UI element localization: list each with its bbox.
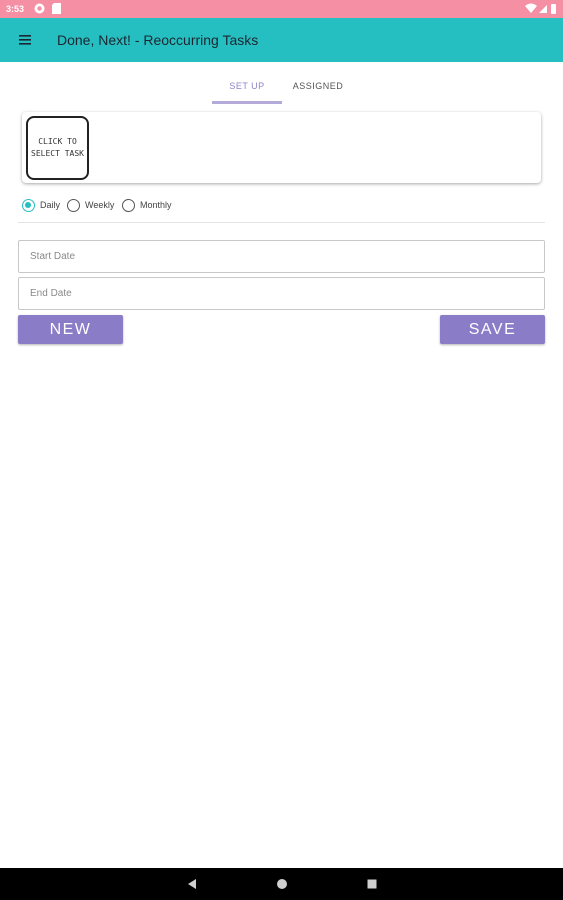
radio-monthly[interactable]: Monthly xyxy=(122,197,172,213)
start-date-input[interactable] xyxy=(18,240,545,273)
back-icon[interactable] xyxy=(186,878,198,890)
select-task-button[interactable]: Click to select task xyxy=(26,116,89,180)
radio-monthly-label: Monthly xyxy=(140,200,172,210)
navigation-bar xyxy=(0,868,563,900)
tab-setup[interactable]: SET UP xyxy=(212,62,282,104)
radio-weekly[interactable]: Weekly xyxy=(67,197,114,213)
new-button[interactable]: NEW xyxy=(18,315,123,344)
radio-unchecked-icon xyxy=(122,198,135,212)
save-button[interactable]: SAVE xyxy=(440,315,545,344)
task-card: Click to select task xyxy=(22,112,541,183)
radio-daily[interactable]: Daily xyxy=(22,197,60,213)
recents-icon[interactable] xyxy=(366,878,378,890)
home-icon[interactable] xyxy=(276,878,288,890)
signal-icon xyxy=(539,5,547,13)
system-status-icons xyxy=(525,3,556,14)
divider xyxy=(18,222,545,223)
radio-checked-icon xyxy=(22,198,35,212)
tab-indicator xyxy=(212,101,282,104)
app-bar: Done, Next! - Reoccurring Tasks xyxy=(0,18,563,62)
radio-daily-label: Daily xyxy=(40,200,61,210)
status-bar: 3:53 xyxy=(0,0,563,18)
tab-assigned[interactable]: ASSIGNED xyxy=(282,62,354,104)
notification-icon xyxy=(34,3,45,14)
status-time: 3:53 xyxy=(6,4,25,14)
page-title: Done, Next! - Reoccurring Tasks xyxy=(57,32,259,48)
hamburger-menu-icon[interactable] xyxy=(18,33,34,47)
radio-unchecked-icon xyxy=(67,198,80,212)
sd-card-icon xyxy=(52,3,61,14)
tab-bar: SET UP ASSIGNED xyxy=(0,62,563,104)
radio-weekly-label: Weekly xyxy=(85,200,115,210)
end-date-input[interactable] xyxy=(18,277,545,310)
wifi-icon xyxy=(525,3,537,13)
battery-icon xyxy=(551,4,556,14)
